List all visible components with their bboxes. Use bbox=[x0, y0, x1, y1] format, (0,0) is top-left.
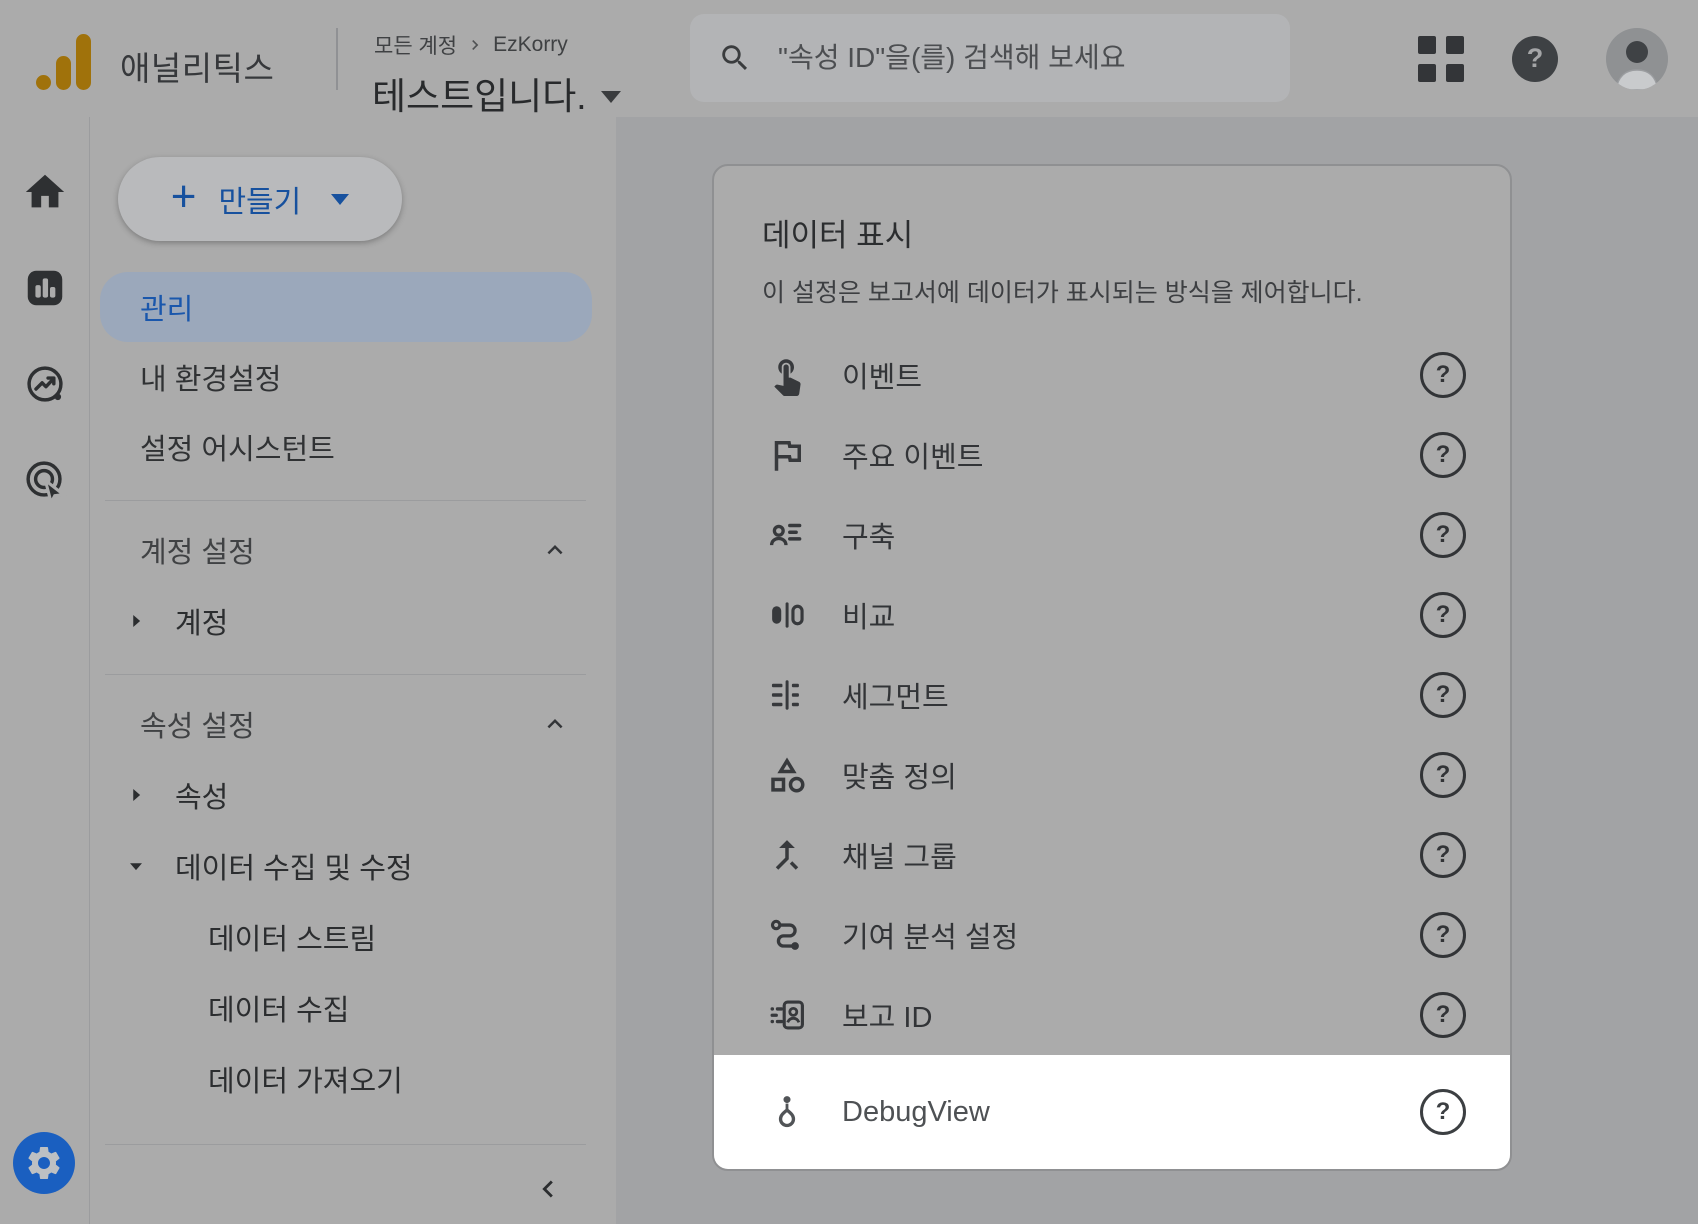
logo-bars bbox=[36, 34, 91, 90]
chevron-up-icon[interactable] bbox=[540, 535, 570, 565]
chevron-up-icon[interactable] bbox=[540, 709, 570, 739]
property-caret-icon bbox=[601, 91, 621, 103]
tree-item-property[interactable]: 속성 bbox=[90, 759, 616, 830]
comparisons-icon bbox=[766, 594, 808, 636]
header-divider bbox=[336, 28, 338, 90]
help-icon[interactable]: ? bbox=[1420, 592, 1466, 638]
touch-app-icon bbox=[766, 354, 808, 396]
plus-icon: + bbox=[171, 175, 197, 219]
property-title: 테스트입니다. bbox=[372, 66, 587, 120]
data-display-card: 데이터 표시 이 설정은 보고서에 데이터가 표시되는 방식을 제어합니다. 이… bbox=[712, 164, 1512, 1171]
card-item-events[interactable]: 이벤트 ? bbox=[714, 335, 1510, 415]
collapse-panel-chevron-icon[interactable] bbox=[518, 1159, 578, 1219]
nav-divider bbox=[105, 674, 586, 675]
card-item-debugview[interactable]: DebugView ? bbox=[714, 1055, 1510, 1169]
nav-item-setup-assistant[interactable]: 설정 어시스턴트 bbox=[100, 412, 592, 482]
apps-grid-icon[interactable] bbox=[1418, 36, 1464, 82]
tree-item-data-streams[interactable]: 데이터 스트림 bbox=[90, 901, 616, 972]
card-item-channel-groups[interactable]: 채널 그룹 ? bbox=[714, 815, 1510, 895]
flag-icon bbox=[766, 434, 808, 476]
top-header: 애널리틱스 모든 계정 EzKorry 테스트입니다. ? bbox=[0, 0, 1698, 117]
tree-item-data-collection-modification[interactable]: 데이터 수집 및 수정 bbox=[90, 830, 616, 901]
reports-icon[interactable] bbox=[17, 260, 73, 316]
id-badge-icon bbox=[766, 994, 808, 1036]
help-icon[interactable]: ? bbox=[1420, 672, 1466, 718]
create-dropdown-caret-icon[interactable] bbox=[331, 194, 349, 205]
section-property-settings[interactable]: 속성 설정 bbox=[100, 689, 592, 759]
expanded-triangle-icon[interactable] bbox=[123, 855, 149, 877]
breadcrumb-chevron-icon bbox=[465, 35, 485, 55]
google-analytics-logo-icon bbox=[36, 28, 91, 90]
breadcrumb-all-accounts[interactable]: 모든 계정 bbox=[374, 30, 457, 60]
advertising-icon[interactable] bbox=[17, 452, 73, 508]
breadcrumb-account[interactable]: EzKorry bbox=[493, 33, 568, 57]
create-button[interactable]: + 만들기 bbox=[118, 157, 402, 241]
tree-item-data-collection[interactable]: 데이터 수집 bbox=[90, 972, 616, 1043]
card-item-build[interactable]: 구축 ? bbox=[714, 495, 1510, 575]
tree-item-account[interactable]: 계정 bbox=[90, 585, 616, 656]
admin-nav-panel: + 만들기 관리 내 환경설정 설정 어시스턴트 계정 설정 bbox=[90, 117, 616, 1224]
help-icon[interactable]: ? bbox=[1420, 1089, 1466, 1135]
breadcrumb[interactable]: 모든 계정 EzKorry bbox=[374, 30, 568, 60]
property-switcher[interactable]: 테스트입니다. bbox=[372, 66, 621, 120]
nav-item-admin[interactable]: 관리 bbox=[100, 272, 592, 342]
nav-item-my-preferences[interactable]: 내 환경설정 bbox=[100, 342, 592, 412]
card-title: 데이터 표시 bbox=[762, 210, 1462, 255]
search-bar[interactable] bbox=[690, 14, 1290, 102]
card-item-reporting-identity[interactable]: 보고 ID ? bbox=[714, 975, 1510, 1055]
merge-arrow-icon bbox=[766, 834, 808, 876]
audience-list-icon bbox=[766, 514, 808, 556]
gear-icon bbox=[24, 1143, 64, 1183]
search-input[interactable] bbox=[776, 41, 1262, 75]
help-icon[interactable]: ? bbox=[1420, 752, 1466, 798]
create-button-label: 만들기 bbox=[218, 177, 301, 221]
shapes-category-icon bbox=[766, 754, 808, 796]
explore-icon[interactable] bbox=[17, 356, 73, 412]
help-glyph: ? bbox=[1527, 43, 1544, 74]
analytics-admin-page: 애널리틱스 모든 계정 EzKorry 테스트입니다. ? bbox=[0, 0, 1698, 1224]
route-icon bbox=[766, 914, 808, 956]
avatar[interactable] bbox=[1606, 28, 1668, 90]
search-icon bbox=[718, 41, 752, 75]
help-icon[interactable]: ? bbox=[1420, 352, 1466, 398]
segments-icon bbox=[766, 674, 808, 716]
admin-content-area: 데이터 표시 이 설정은 보고서에 데이터가 표시되는 방식을 제어합니다. 이… bbox=[616, 117, 1698, 1224]
help-icon[interactable]: ? bbox=[1420, 512, 1466, 558]
help-icon[interactable]: ? bbox=[1420, 992, 1466, 1038]
help-icon[interactable]: ? bbox=[1420, 912, 1466, 958]
card-item-custom-definitions[interactable]: 맞춤 정의 ? bbox=[714, 735, 1510, 815]
help-button[interactable]: ? bbox=[1512, 36, 1558, 82]
section-account-settings[interactable]: 계정 설정 bbox=[100, 515, 592, 585]
nav-divider bbox=[105, 1144, 586, 1145]
left-icon-rail bbox=[0, 117, 90, 1224]
help-icon[interactable]: ? bbox=[1420, 832, 1466, 878]
product-name: 애널리틱스 bbox=[120, 42, 274, 90]
card-description: 이 설정은 보고서에 데이터가 표시되는 방식을 제어합니다. bbox=[762, 273, 1462, 309]
card-item-comparisons[interactable]: 비교 ? bbox=[714, 575, 1510, 655]
help-icon[interactable]: ? bbox=[1420, 432, 1466, 478]
admin-settings-fab[interactable] bbox=[13, 1132, 75, 1194]
collapsed-triangle-icon[interactable] bbox=[123, 784, 149, 806]
person-pin-icon bbox=[766, 1091, 808, 1133]
nav-divider bbox=[105, 500, 586, 501]
card-item-key-events[interactable]: 주요 이벤트 ? bbox=[714, 415, 1510, 495]
home-icon[interactable] bbox=[17, 164, 73, 220]
card-item-segments[interactable]: 세그먼트 ? bbox=[714, 655, 1510, 735]
tree-item-data-import[interactable]: 데이터 가져오기 bbox=[90, 1043, 616, 1114]
card-item-attribution-settings[interactable]: 기여 분석 설정 ? bbox=[714, 895, 1510, 975]
collapsed-triangle-icon[interactable] bbox=[123, 610, 149, 632]
